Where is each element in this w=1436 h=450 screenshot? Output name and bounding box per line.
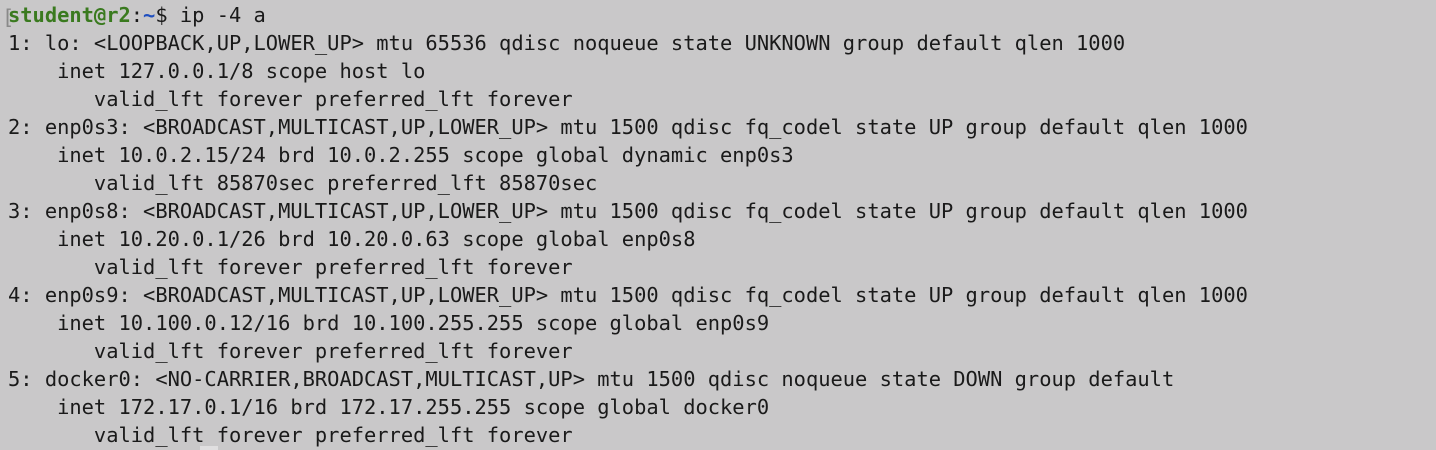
output-line: 5: docker0: <NO-CARRIER,BROADCAST,MULTIC… xyxy=(8,367,1175,391)
terminal-window[interactable]: [student@r2:~$ ip -4 a 1: lo: <LOOPBACK,… xyxy=(0,0,1436,450)
prompt-separator: : xyxy=(130,3,144,27)
output-line: 2: enp0s3: <BROADCAST,MULTICAST,UP,LOWER… xyxy=(8,115,1248,139)
prompt-path: ~ xyxy=(143,3,156,27)
output-line: valid_lft forever preferred_lft forever xyxy=(8,87,573,111)
output-line: valid_lft forever preferred_lft forever xyxy=(8,255,573,279)
output-line: valid_lft 85870sec preferred_lft 85870se… xyxy=(8,171,598,195)
output-line: inet 127.0.0.1/8 scope host lo xyxy=(8,59,426,83)
output-line: valid_lft forever preferred_lft forever xyxy=(8,423,573,447)
prompt-user-host: student@r2 xyxy=(8,3,131,27)
output-line: 4: enp0s9: <BROADCAST,MULTICAST,UP,LOWER… xyxy=(8,283,1248,307)
cursor-indicator xyxy=(200,446,218,450)
prompt-symbol: $ xyxy=(155,3,180,27)
output-line: inet 172.17.0.1/16 brd 172.17.255.255 sc… xyxy=(8,395,770,419)
prompt-line: [student@r2:~$ ip -4 a xyxy=(2,1,1436,29)
output-line: valid_lft forever preferred_lft forever xyxy=(8,339,573,363)
line-marker: [ xyxy=(2,5,15,29)
command-text: ip -4 a xyxy=(179,3,266,27)
output-line: inet 10.0.2.15/24 brd 10.0.2.255 scope g… xyxy=(8,143,794,167)
output-line: 3: enp0s8: <BROADCAST,MULTICAST,UP,LOWER… xyxy=(8,199,1248,223)
output-line: inet 10.100.0.12/16 brd 10.100.255.255 s… xyxy=(8,311,770,335)
output-line: inet 10.20.0.1/26 brd 10.20.0.63 scope g… xyxy=(8,227,696,251)
output-line: 1: lo: <LOOPBACK,UP,LOWER_UP> mtu 65536 … xyxy=(8,31,1126,55)
